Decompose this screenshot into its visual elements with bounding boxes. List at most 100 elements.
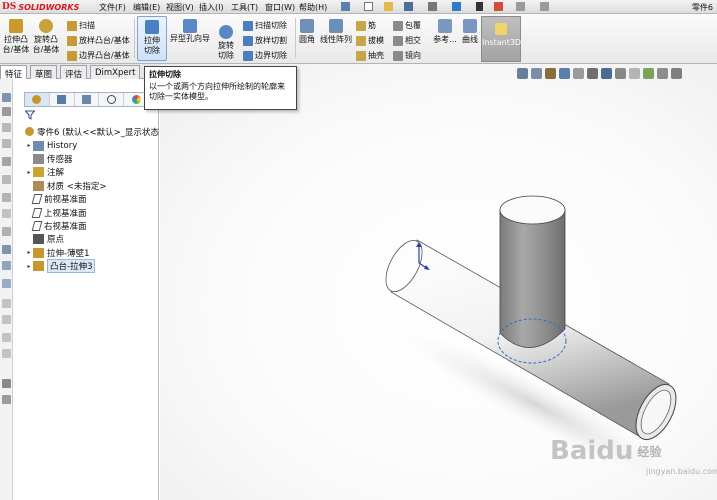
menu-view[interactable]: 视图(V) bbox=[166, 2, 194, 13]
expand-arrow-icon[interactable]: ▸ bbox=[25, 263, 33, 270]
extrude-cut-button[interactable]: 拉伸切除 bbox=[137, 16, 167, 61]
menu-window[interactable]: 窗口(W) bbox=[265, 2, 295, 13]
menu-tools[interactable]: 工具(T) bbox=[231, 2, 258, 13]
tree-item[interactable]: 右视基准面 bbox=[25, 219, 87, 232]
strip-tool-icon[interactable] bbox=[2, 193, 11, 202]
rebuild-icon[interactable] bbox=[494, 2, 503, 11]
tree-item[interactable]: 材质 <未指定> bbox=[25, 179, 106, 192]
save-icon[interactable] bbox=[404, 2, 413, 11]
strip-tool-icon[interactable] bbox=[2, 279, 11, 288]
file-properties-icon[interactable] bbox=[516, 2, 525, 11]
feature-manager-tabs bbox=[24, 92, 149, 107]
tree-item[interactable]: ▸ 凸台-拉伸3 bbox=[25, 259, 96, 274]
extrude-boss-label: 拉伸凸台/基体 bbox=[2, 35, 30, 54]
menu-file[interactable]: 文件(F) bbox=[99, 2, 126, 13]
strip-tool-icon[interactable] bbox=[2, 139, 11, 148]
strip-tool-icon[interactable] bbox=[2, 261, 11, 270]
menu-help[interactable]: 帮助(H) bbox=[299, 2, 327, 13]
expand-arrow-icon[interactable]: ▸ bbox=[25, 249, 33, 256]
strip-tool-icon[interactable] bbox=[2, 333, 11, 342]
tab-sketch[interactable]: 草图 bbox=[30, 65, 58, 80]
revolve-cut-icon bbox=[219, 25, 233, 39]
strip-tool-icon[interactable] bbox=[2, 315, 11, 324]
plane-icon bbox=[31, 220, 43, 231]
tab-dimxpert[interactable]: DimXpert bbox=[90, 65, 141, 79]
strip-tool-icon[interactable] bbox=[2, 299, 11, 308]
new-document-icon[interactable] bbox=[364, 2, 373, 11]
tooltip-body: 以一个或两个方向拉伸所绘制的轮廓来切除一实体模型。 bbox=[149, 82, 285, 101]
swept-cut-button[interactable]: 扫描切除 bbox=[243, 20, 287, 31]
rib-button[interactable]: 筋 bbox=[356, 20, 376, 31]
strip-tool-icon[interactable] bbox=[2, 245, 11, 254]
hole-wizard-button[interactable]: 异型孔向导 bbox=[168, 16, 212, 43]
open-folder-icon[interactable] bbox=[384, 2, 393, 11]
linear-pattern-icon bbox=[329, 19, 343, 33]
select-cursor-icon[interactable] bbox=[476, 2, 483, 11]
watermark-brand: Baidu bbox=[550, 436, 634, 466]
intersect-button[interactable]: 相交 bbox=[393, 35, 421, 46]
tab-features[interactable]: 特征 bbox=[0, 65, 28, 80]
menu-edit[interactable]: 编辑(E) bbox=[133, 2, 160, 13]
reference-geometry-button[interactable]: 参考... bbox=[431, 16, 459, 45]
fillet-button[interactable]: 圆角 bbox=[298, 16, 316, 45]
tree-item[interactable]: 传感器 bbox=[25, 152, 73, 165]
featuremanager-tab[interactable] bbox=[25, 93, 50, 106]
shell-button[interactable]: 抽壳 bbox=[356, 50, 384, 61]
boundary-cut-button[interactable]: 边界切除 bbox=[243, 50, 287, 61]
curves-icon bbox=[463, 19, 477, 33]
print-icon[interactable] bbox=[428, 2, 437, 11]
tree-item[interactable]: ▸ History bbox=[25, 139, 77, 152]
origin-icon bbox=[33, 234, 44, 245]
strip-tool-icon[interactable] bbox=[2, 123, 11, 132]
lofted-cut-button[interactable]: 放样切割 bbox=[243, 35, 287, 46]
solidworks-logo[interactable]: DS SOLIDWORKS bbox=[2, 1, 79, 13]
revolve-boss-button[interactable]: 旋转凸台/基体 bbox=[32, 16, 60, 55]
tree-item[interactable]: ▸ 拉伸-薄壁1 bbox=[25, 246, 89, 259]
configurationmanager-tab[interactable] bbox=[75, 93, 100, 106]
instant3d-button[interactable]: Instant3D bbox=[481, 16, 521, 62]
tree-item[interactable]: 前视基准面 bbox=[25, 193, 87, 206]
curves-button[interactable]: 曲线 bbox=[459, 16, 481, 45]
pin-icon[interactable] bbox=[341, 2, 350, 11]
expand-arrow-icon[interactable]: ▸ bbox=[25, 169, 33, 176]
dimxpertmanager-tab[interactable] bbox=[99, 93, 125, 106]
expand-arrow-icon[interactable]: ▸ bbox=[25, 142, 33, 149]
crosshair-icon bbox=[106, 95, 116, 104]
propertymanager-tab[interactable] bbox=[50, 93, 75, 106]
draft-button[interactable]: 拔模 bbox=[356, 35, 384, 46]
strip-tool-icon[interactable] bbox=[2, 227, 11, 236]
extrude-boss-icon bbox=[9, 19, 23, 33]
strip-tool-icon[interactable] bbox=[2, 93, 11, 102]
boundary-button[interactable]: 边界凸台/基体 bbox=[67, 50, 130, 61]
tab-evaluate[interactable]: 评估 bbox=[60, 65, 88, 80]
sweep-button[interactable]: 扫描 bbox=[67, 20, 95, 31]
tree-item[interactable]: ▸ 注解 bbox=[25, 166, 64, 179]
revolve-cut-button[interactable]: 旋转切除 bbox=[213, 22, 239, 61]
filter-icon[interactable] bbox=[25, 110, 35, 120]
strip-tool-icon[interactable] bbox=[2, 395, 11, 404]
tree-root[interactable]: 零件6 (默认<<默认>_显示状态 bbox=[25, 125, 159, 138]
undo-icon[interactable] bbox=[452, 2, 461, 11]
mirror-button[interactable]: 镜向 bbox=[393, 50, 421, 61]
extrude-boss-button[interactable]: 拉伸凸台/基体 bbox=[2, 16, 30, 55]
wrap-button[interactable]: 包覆 bbox=[393, 20, 421, 31]
strip-tool-icon[interactable] bbox=[2, 379, 11, 388]
menu-bar: DS SOLIDWORKS 文件(F) 编辑(E) 视图(V) 插入(I) 工具… bbox=[0, 0, 717, 14]
3d-model[interactable] bbox=[160, 64, 717, 500]
menu-insert[interactable]: 插入(I) bbox=[199, 2, 224, 13]
strip-tool-icon[interactable] bbox=[2, 209, 11, 218]
tree-item[interactable]: 原点 bbox=[25, 233, 64, 246]
strip-tool-icon[interactable] bbox=[2, 107, 11, 116]
strip-tool-icon[interactable] bbox=[2, 349, 11, 358]
plane-icon bbox=[31, 194, 43, 205]
intersect-label: 相交 bbox=[405, 36, 421, 45]
linear-pattern-button[interactable]: 线性阵列 bbox=[318, 16, 354, 45]
reference-geometry-label: 参考... bbox=[433, 35, 457, 44]
options-gear-icon[interactable] bbox=[540, 2, 549, 11]
tree-item[interactable]: 上视基准面 bbox=[25, 206, 87, 219]
loft-button[interactable]: 放样凸台/基体 bbox=[67, 35, 130, 46]
strip-tool-icon[interactable] bbox=[2, 157, 11, 166]
strip-tool-icon[interactable] bbox=[2, 175, 11, 184]
sweep-label: 扫描 bbox=[79, 21, 95, 30]
graphics-area[interactable]: Baidu 经验 jingyan.baidu.com bbox=[160, 64, 717, 500]
